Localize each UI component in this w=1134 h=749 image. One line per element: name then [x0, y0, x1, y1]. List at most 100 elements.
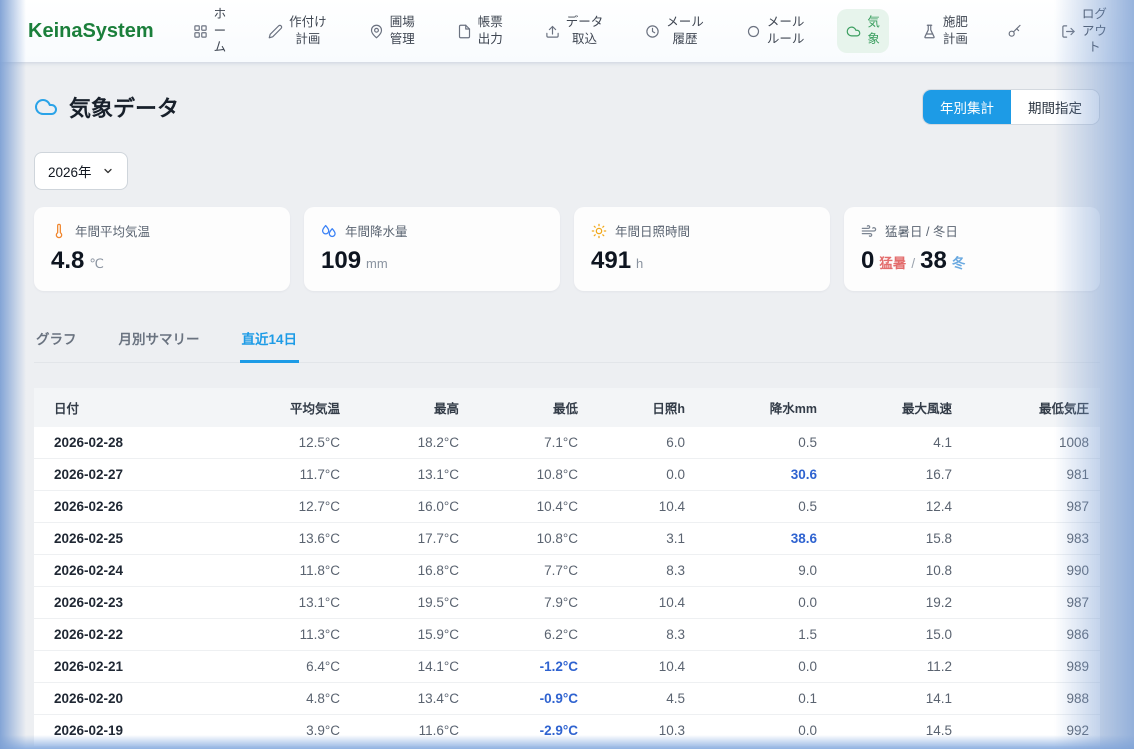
- nav-item-label: 圃場 管理: [390, 14, 415, 48]
- table-cell: 12.7°C: [221, 491, 340, 523]
- table-cell: 2026-02-22: [34, 619, 221, 651]
- table-cell: 19.5°C: [340, 587, 459, 619]
- page-header: 気象データ 年別集計期間指定: [34, 89, 1100, 125]
- year-select[interactable]: 2026年: [34, 152, 128, 190]
- table-cell: 15.9°C: [340, 619, 459, 651]
- stat-value: 4.8: [51, 247, 84, 275]
- nav-item-label: ホ ー ム: [214, 6, 227, 57]
- table-cell: 15.0: [817, 619, 952, 651]
- table-cell: 9.0: [685, 555, 817, 587]
- dashboard-icon: [193, 24, 208, 39]
- nav-item[interactable]: ホ ー ム: [184, 1, 236, 62]
- sun-icon: [591, 223, 607, 239]
- column-header: 平均気温: [221, 388, 340, 427]
- table-cell: 16.7: [817, 459, 952, 491]
- table-cell: 1.5: [685, 619, 817, 651]
- top-nav: KeinaSystem ホ ー ム作付け 計画圃場 管理帳票 出力データ 取込メ…: [0, 0, 1134, 62]
- table-cell: 14.5: [817, 715, 952, 747]
- table-cell: 987: [952, 491, 1100, 523]
- thermometer-icon: [51, 223, 67, 239]
- nav-item-label: 施肥 計画: [943, 14, 968, 48]
- view-toggle: 年別集計期間指定: [922, 89, 1100, 125]
- nav-item[interactable]: 圃場 管理: [360, 9, 424, 53]
- nav-item[interactable]: 気 象: [837, 9, 889, 53]
- year-select-value: 2026年: [48, 161, 92, 181]
- table-cell: 13.1°C: [340, 459, 459, 491]
- table-cell: 0.0: [685, 651, 817, 683]
- table-row: 2026-02-216.4°C14.1°C-1.2°C10.40.011.298…: [34, 651, 1100, 683]
- column-header: 日付: [34, 388, 221, 427]
- table-cell: 2026-02-23: [34, 587, 221, 619]
- column-header: 降水mm: [685, 388, 817, 427]
- tabs: グラフ月別サマリー直近14日: [34, 319, 1100, 363]
- wind-icon: [861, 223, 877, 239]
- page-title: 気象データ: [34, 91, 179, 123]
- nav-item-label: 作付け 計画: [289, 14, 327, 48]
- stat-value: 491: [591, 247, 631, 275]
- logout-button[interactable]: ログ アウ ト: [1052, 1, 1116, 62]
- table-cell: 989: [952, 651, 1100, 683]
- table-cell: 10.3: [578, 715, 685, 747]
- pencil-icon: [268, 24, 283, 39]
- table-cell: 987: [952, 587, 1100, 619]
- stat-cold-label: 冬: [952, 252, 966, 272]
- stat-label-row: 年間降水量: [321, 221, 543, 240]
- table-row: 2026-02-193.9°C11.6°C-2.9°C10.30.014.599…: [34, 715, 1100, 747]
- stat-value-row: 491h: [591, 247, 813, 275]
- table-cell: 0.0: [685, 715, 817, 747]
- stat-unit: ℃: [89, 256, 104, 272]
- table-cell: 10.8°C: [459, 459, 578, 491]
- table-cell: 2026-02-28: [34, 427, 221, 459]
- app-logo[interactable]: KeinaSystem: [28, 20, 154, 43]
- nav-item[interactable]: 施肥 計画: [913, 9, 977, 53]
- upload-icon: [545, 24, 560, 39]
- flask-icon: [922, 24, 937, 39]
- toggle-inactive-button[interactable]: 期間指定: [1011, 90, 1099, 124]
- tab[interactable]: グラフ: [34, 319, 79, 363]
- table-row: 2026-02-2612.7°C16.0°C10.4°C10.40.512.49…: [34, 491, 1100, 523]
- tab[interactable]: 直近14日: [240, 319, 300, 363]
- table-row: 2026-02-2211.3°C15.9°C6.2°C8.31.515.0986: [34, 619, 1100, 651]
- table-cell: 6.0: [578, 427, 685, 459]
- nav-item[interactable]: メール 履歴: [636, 9, 713, 53]
- nav-item-label: 帳票 出力: [478, 14, 503, 48]
- password-button[interactable]: [1001, 18, 1028, 45]
- table-cell: 19.2: [817, 587, 952, 619]
- map-pin-icon: [369, 24, 384, 39]
- table-cell: 8.3: [578, 619, 685, 651]
- table-cell: 3.1: [578, 523, 685, 555]
- table-cell: 2026-02-27: [34, 459, 221, 491]
- nav-item[interactable]: 作付け 計画: [259, 9, 336, 53]
- table-row: 2026-02-2313.1°C19.5°C7.9°C10.40.019.298…: [34, 587, 1100, 619]
- table-cell: 4.8°C: [221, 683, 340, 715]
- table-row: 2026-02-2513.6°C17.7°C10.8°C3.138.615.89…: [34, 523, 1100, 555]
- table-row: 2026-02-2711.7°C13.1°C10.8°C0.030.616.79…: [34, 459, 1100, 491]
- key-icon: [1007, 24, 1022, 39]
- table-cell: 16.8°C: [340, 555, 459, 587]
- nav-item-label: 気 象: [867, 14, 880, 48]
- table-cell: 2026-02-21: [34, 651, 221, 683]
- table-cell: 11.2: [817, 651, 952, 683]
- cloud-icon: [846, 24, 861, 39]
- table-cell: 7.7°C: [459, 555, 578, 587]
- history-icon: [645, 24, 660, 39]
- tab[interactable]: 月別サマリー: [117, 319, 202, 363]
- logout-icon: [1061, 24, 1076, 39]
- table-cell: 6.2°C: [459, 619, 578, 651]
- stat-label: 年間降水量: [345, 221, 408, 240]
- nav-item[interactable]: メール ルール: [737, 9, 814, 53]
- table-cell: 14.1: [817, 683, 952, 715]
- table-cell: -0.9°C: [459, 683, 578, 715]
- stat-card: 年間降水量109mm: [304, 207, 560, 291]
- table-cell: 13.4°C: [340, 683, 459, 715]
- table-cell: 2026-02-26: [34, 491, 221, 523]
- table-cell: 13.1°C: [221, 587, 340, 619]
- nav-item[interactable]: データ 取込: [536, 9, 613, 53]
- table-cell: 992: [952, 715, 1100, 747]
- table-cell: 988: [952, 683, 1100, 715]
- table-header-row: 日付平均気温最高最低日照h降水mm最大風速最低気圧: [34, 388, 1100, 427]
- nav-item[interactable]: 帳票 出力: [448, 9, 512, 53]
- cloud-icon: [34, 95, 58, 119]
- toggle-active-button[interactable]: 年別集計: [923, 90, 1011, 124]
- table-cell: 10.4: [578, 491, 685, 523]
